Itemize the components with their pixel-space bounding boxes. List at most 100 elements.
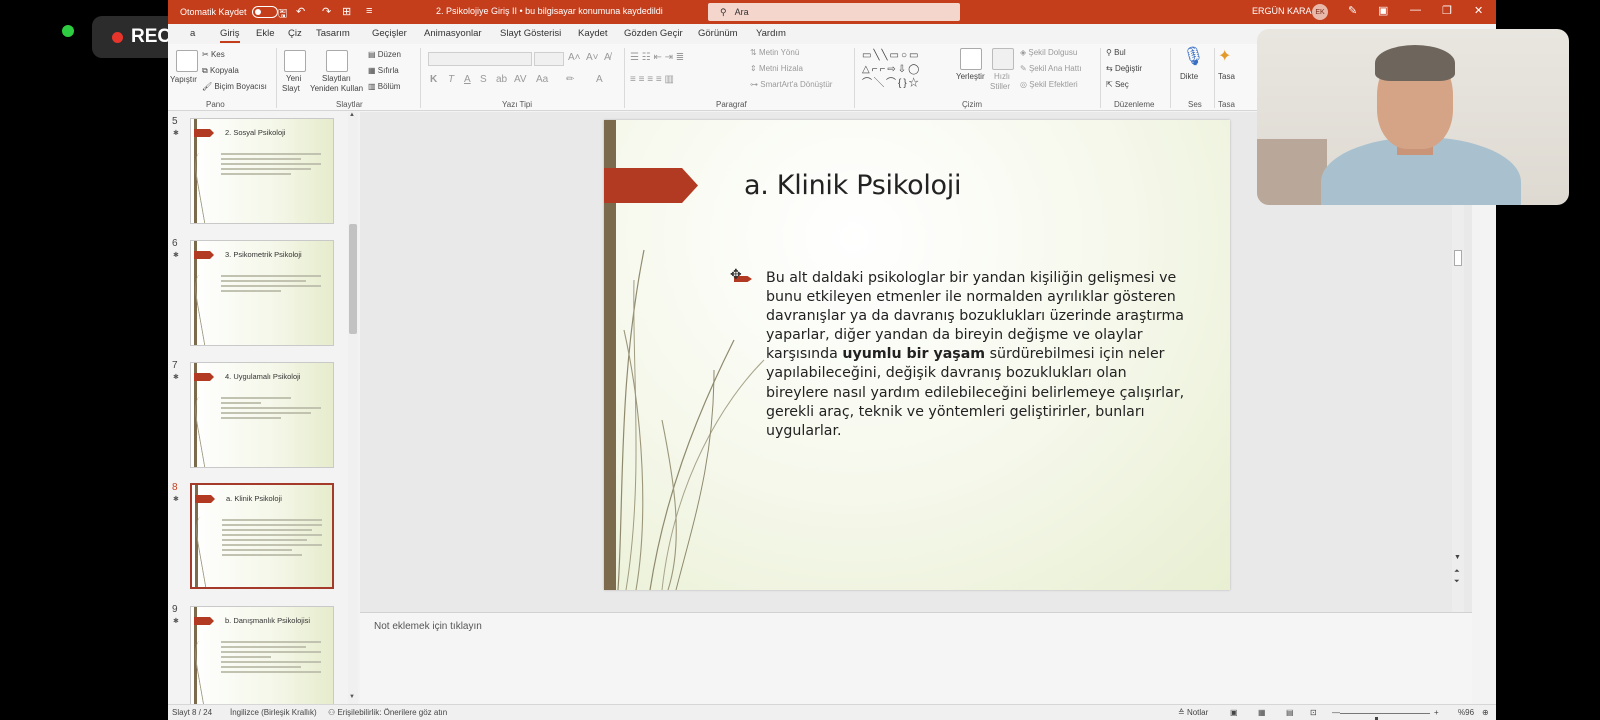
shadow-button[interactable]: S [480,74,487,85]
designer-button[interactable]: Tasa [1218,72,1235,81]
spacing-icon[interactable]: AV [514,74,527,85]
notes-button[interactable]: ≙ Notlar [1178,708,1208,717]
document-title[interactable]: 2. Psikolojiye Giriş II • bu bilgisayar … [436,6,663,16]
minimize-icon[interactable]: — [1410,4,1421,16]
present-icon[interactable]: ⊞ [342,5,351,18]
format-painter-button[interactable]: 🖌 Biçim Boyacısı [202,82,267,91]
scroll-down-icon[interactable]: ▼ [1454,554,1461,561]
restore-icon[interactable]: ❐ [1442,4,1452,17]
ribbon-display-icon[interactable]: ▣ [1378,4,1388,17]
section-button[interactable]: ▥ Bölüm [368,82,400,91]
font-grow-icon[interactable]: A˄ [568,52,581,63]
find-button[interactable]: ⚲ Bul [1106,48,1126,57]
text-direction-button[interactable]: ⇅ Metin Yönü [750,48,799,57]
slide-title[interactable]: a. Klinik Psikoloji [744,170,961,201]
undo-icon[interactable]: ↶ [296,5,305,18]
arrange-icon[interactable] [960,48,982,70]
zoom-in-icon[interactable]: + [1434,708,1439,717]
tab-insert[interactable]: Ekle [256,28,274,39]
search-box[interactable]: ⚲ Ara [708,3,960,21]
tab-slideshow[interactable]: Slayt Gösterisi [500,28,561,39]
font-shrink-icon[interactable]: A˅ [586,52,599,63]
dictate-button[interactable]: Dikte [1180,72,1198,81]
slide-thumbnail[interactable]: 3. Psikometrik Psikoloji [190,240,334,346]
italic-button[interactable]: T [448,74,454,85]
tab-help[interactable]: Yardım [756,28,786,39]
notes-pane[interactable]: Not eklemek için tıklayın [360,612,1472,704]
tab-design[interactable]: Tasarım [316,28,350,39]
tab-record[interactable]: Kaydet [578,28,608,39]
new-slide-label[interactable]: Yeni [286,74,301,83]
copy-button[interactable]: ⧉ Kopyala [202,66,239,76]
paste-icon[interactable] [176,50,198,72]
slide-thumbnail[interactable]: 4. Uygulamalı Psikoloji [190,362,334,468]
align-text-button[interactable]: ⇕ Metni Hizala [750,64,803,73]
align-icons[interactable]: ≡ ≡ ≡ ≡ ▥ [630,74,674,85]
close-icon[interactable]: ✕ [1474,4,1483,17]
arrange-button[interactable]: Yerleştir [956,72,985,81]
scroll-down-icon[interactable]: ▼ [349,694,355,700]
prev-slide-icon[interactable]: ⏶ [1454,568,1460,576]
customize-toolbar-icon[interactable]: ≡ [366,5,372,17]
notes-placeholder[interactable]: Not eklemek için tıklayın [374,621,482,632]
bullets-icon[interactable]: ☰ ☷ ⇤ ⇥ ≣ [630,52,684,63]
tab-draw[interactable]: Çiz [288,28,302,39]
font-name-input[interactable] [428,52,532,66]
redo-icon[interactable]: ↷ [322,5,331,18]
thumbnails-scrollbar[interactable]: ▲ ▼ [348,112,358,704]
slideshow-icon[interactable]: ⊡ [1310,708,1317,717]
shape-outline-button[interactable]: ✎ Şekil Ana Hattı [1020,64,1081,73]
language-indicator[interactable]: İngilizce (Birleşik Krallık) [230,708,317,717]
current-slide[interactable]: a. Klinik Psikoloji ✥ Bu alt daldaki psi… [604,120,1230,590]
tab-file[interactable]: a [190,28,195,39]
shape-effects-button[interactable]: ◎ Şekil Efektleri [1020,80,1078,89]
bold-button[interactable]: K [430,74,437,85]
reuse-slides-icon[interactable] [326,50,348,72]
scroll-up-icon[interactable]: ▲ [349,112,355,118]
editor-scroll-handle[interactable] [1454,250,1462,266]
highlight-icon[interactable]: ✏ [566,74,574,85]
tab-animations[interactable]: Animasyonlar [424,28,482,39]
fit-slide-icon[interactable]: ⊕ [1482,708,1489,717]
reset-button[interactable]: ▦ Sıfırla [368,66,399,75]
user-name[interactable]: ERGÜN KARA [1252,6,1312,16]
quick-styles-label[interactable]: Hızlı [994,72,1010,81]
normal-view-icon[interactable]: ▣ [1230,708,1238,717]
user-avatar[interactable]: EK [1312,4,1328,20]
zoom-level[interactable]: %96 [1458,708,1474,717]
cut-button[interactable]: ✂ Kes [202,50,225,59]
pen-icon[interactable]: ✎ [1348,4,1357,17]
autosave[interactable]: Otomatik Kaydet [180,6,278,18]
smartart-button[interactable]: ⊶ SmartArt'a Dönüştür [750,80,832,89]
slide-thumbnail[interactable]: b. Danışmanlık Psikolojisi [190,606,334,704]
zoom-slider[interactable] [1340,713,1430,720]
new-slide-label-2[interactable]: Slayt [282,84,300,93]
shape-fill-button[interactable]: ◈ Şekil Dolgusu [1020,48,1077,57]
font-size-input[interactable] [534,52,564,66]
tab-view[interactable]: Görünüm [698,28,738,39]
reuse-slides-label-2[interactable]: Yeniden Kullan [310,84,363,93]
designer-icon[interactable]: ✦ [1218,46,1231,66]
paste-button[interactable]: Yapıştır [170,75,197,84]
slide-sorter-icon[interactable]: ▦ [1258,708,1266,717]
font-color-icon[interactable]: A [596,74,603,85]
tab-home[interactable]: Giriş [220,28,240,43]
slide-body-text[interactable]: Bu alt daldaki psikologlar bir yandan ki… [766,269,1186,441]
tab-transitions[interactable]: Geçişler [372,28,407,39]
strike-icon[interactable]: ab [496,74,507,85]
underline-button[interactable]: A [464,74,471,85]
zoom-out-icon[interactable]: — [1332,708,1340,717]
change-case-button[interactable]: Aa [536,74,548,85]
slide-thumbnail-selected[interactable]: a. Klinik Psikoloji [190,483,334,589]
microphone-icon[interactable]: 🎙 [1182,46,1205,67]
autosave-toggle[interactable] [251,6,278,18]
reuse-slides-label[interactable]: Slaytları [322,74,351,83]
accessibility-button[interactable]: ⚇ Erişilebilirlik: Önerilere göz atın [328,708,447,717]
reading-view-icon[interactable]: ▤ [1286,708,1294,717]
next-slide-icon[interactable]: ⏷ [1454,578,1460,586]
slide-thumbnail[interactable]: 2. Sosyal Psikoloji [190,118,334,224]
save-icon[interactable]: 🖫 [278,5,287,24]
layout-button[interactable]: ▤ Düzen [368,50,401,59]
quick-styles-label-2[interactable]: Stiller [990,82,1010,91]
clear-format-icon[interactable]: A̸ [604,52,611,63]
